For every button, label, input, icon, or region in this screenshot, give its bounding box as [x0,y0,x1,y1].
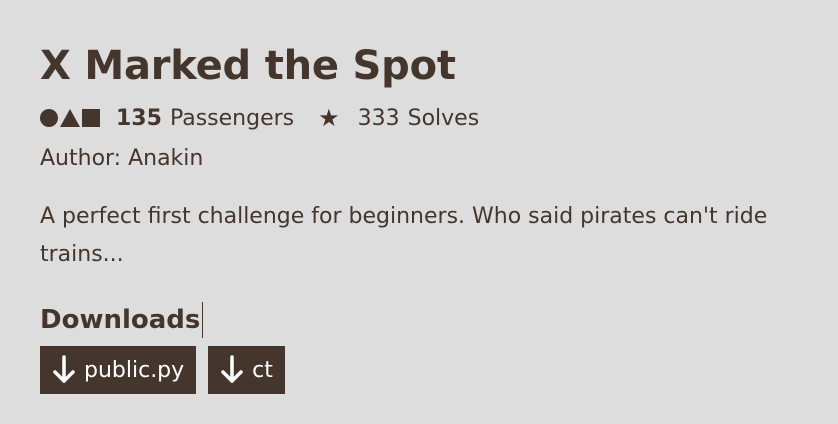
challenge-title: X Marked the Spot [40,43,456,89]
challenge-author: Author: Anakin [40,146,204,171]
challenge-meta: 135 Passengers ★ 333 Solves [40,104,798,132]
download-button-public-py[interactable]: public.py [40,346,197,394]
solves-count: 333 [357,105,400,131]
download-arrow-icon [221,355,243,383]
passengers-label: Passengers [169,105,295,131]
download-button-ct[interactable]: ct [208,346,285,394]
square-shape [82,109,100,127]
downloads-heading: Downloads [40,302,204,338]
challenge-description: A perfect first challenge for beginners.… [40,204,768,267]
solves-label: Solves [407,105,480,131]
star-icon: ★ [318,104,340,132]
circle-triangle-square-icon [40,109,100,127]
circle-shape [40,109,58,127]
download-arrow-icon [53,355,75,383]
triangle-shape [60,109,80,127]
download-label: ct [252,357,273,383]
challenge-card: X Marked the Spot 135 Passengers ★ 333 S… [0,0,838,424]
passengers-count: 135 [116,105,162,131]
download-label: public.py [84,357,185,383]
download-list: public.py ct [40,346,798,394]
